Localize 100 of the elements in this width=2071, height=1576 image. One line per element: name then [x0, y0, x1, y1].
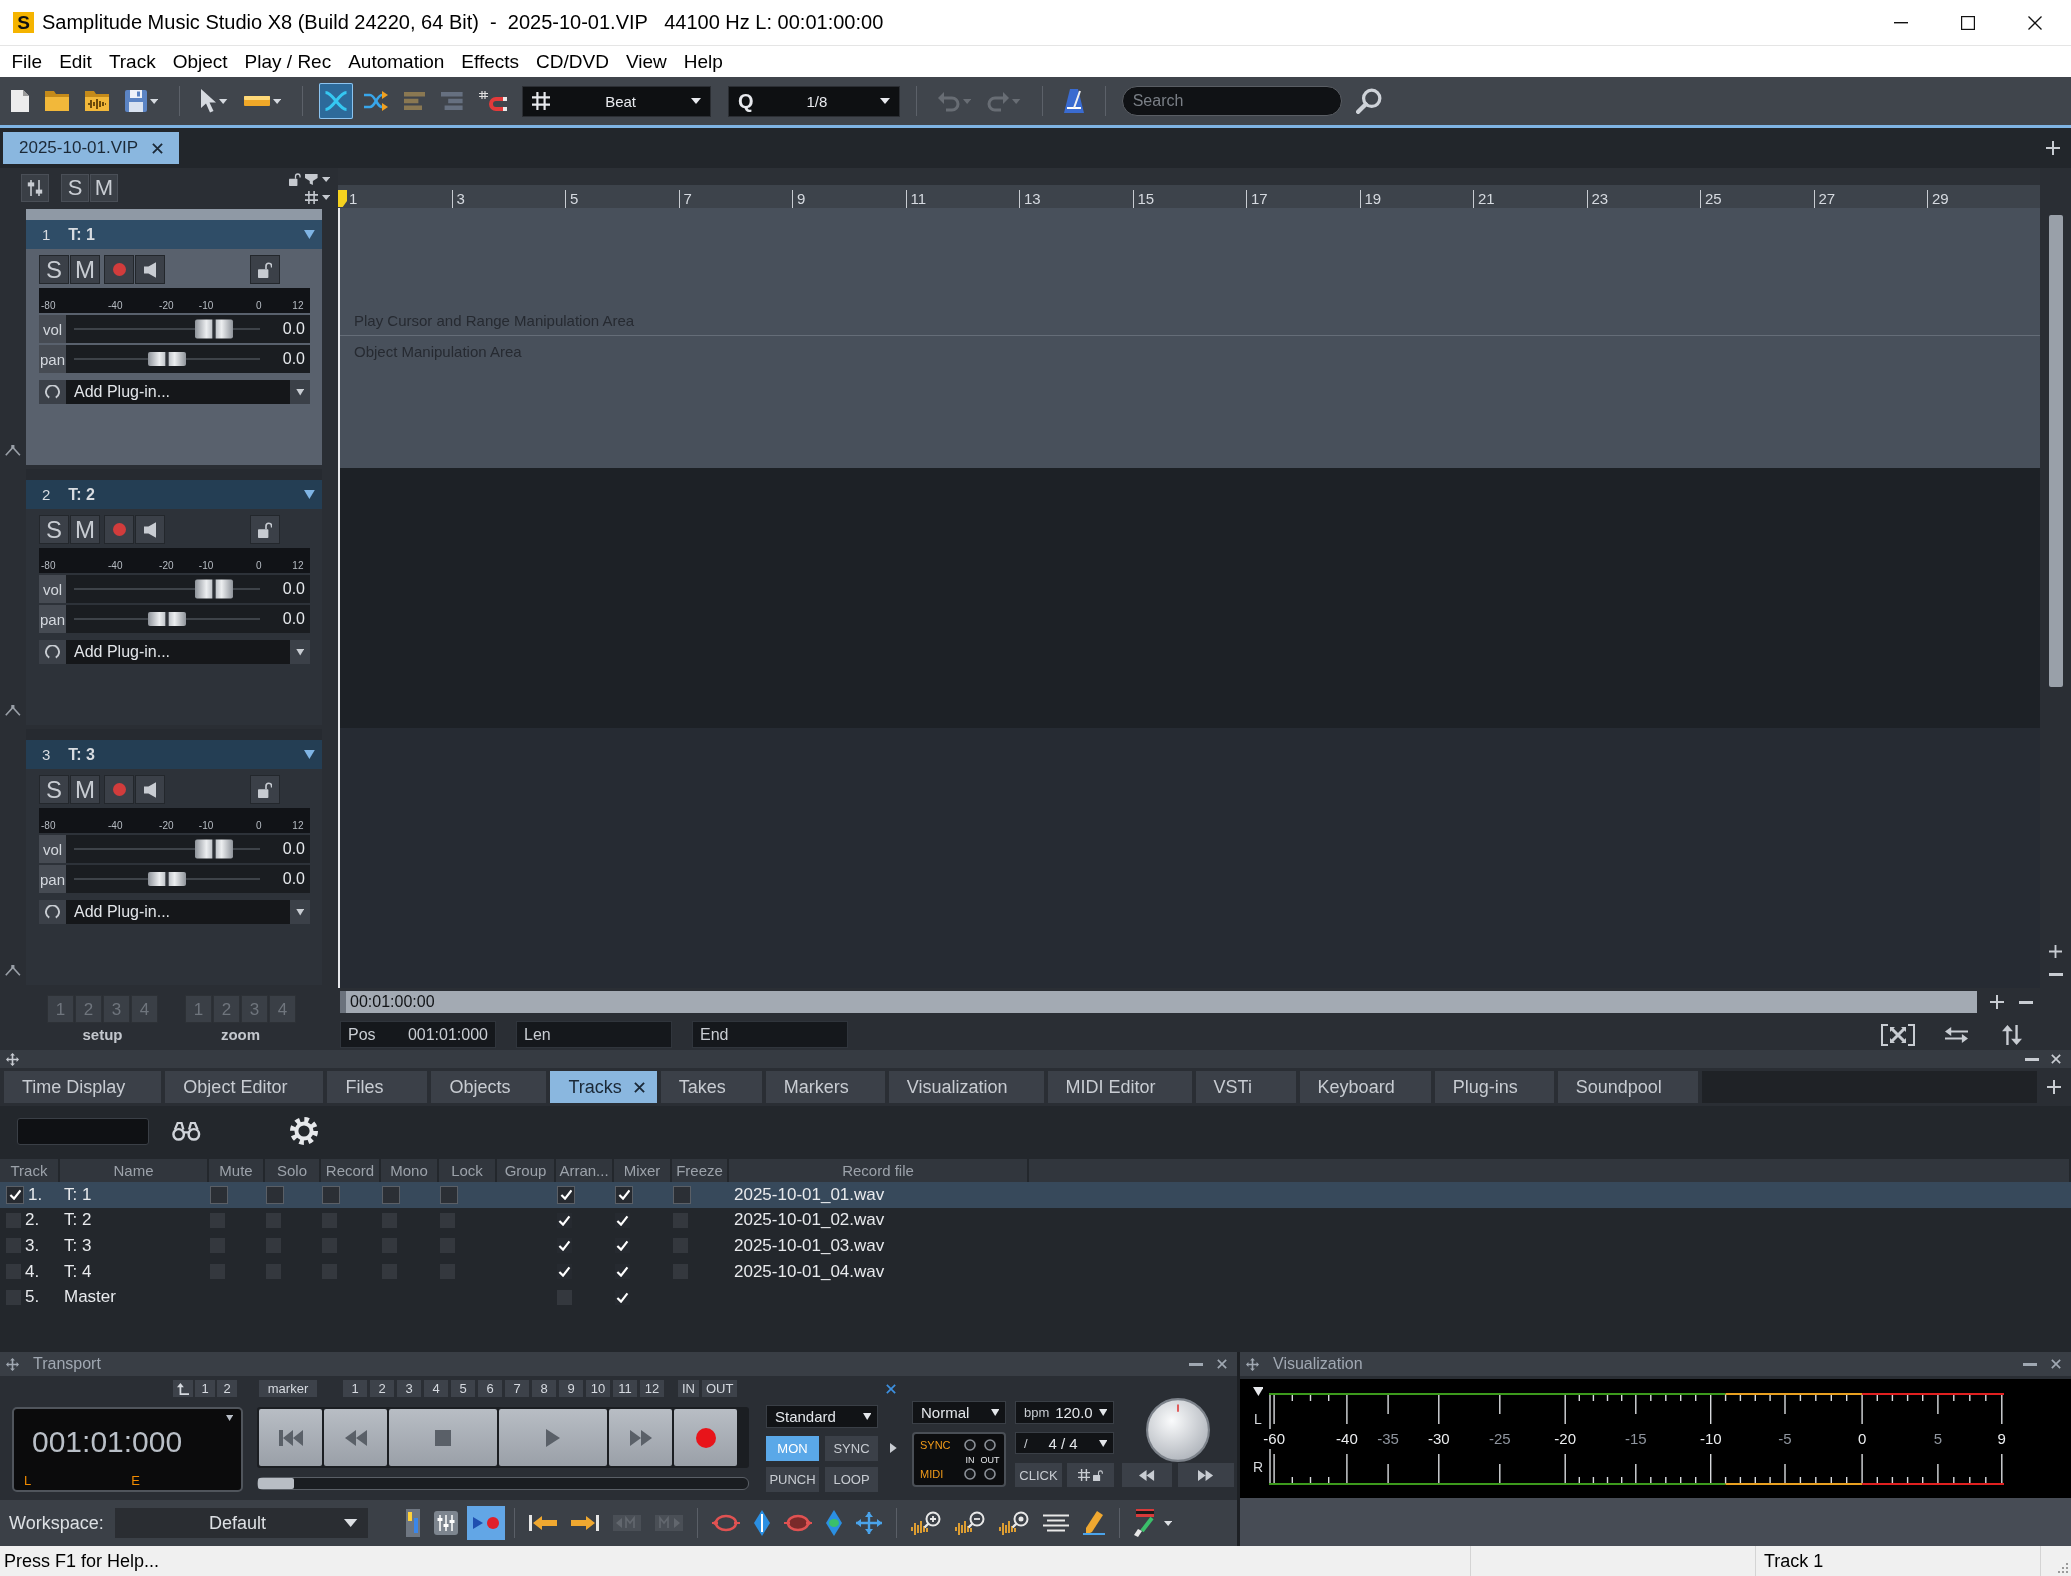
- snap-lock-button[interactable]: [1067, 1463, 1114, 1487]
- checkbox[interactable]: [210, 1185, 228, 1204]
- mode-dropdown[interactable]: Standard: [766, 1405, 878, 1428]
- table-row[interactable]: 3. T: 3 2025-10-01_03.wav: [0, 1233, 2071, 1259]
- menu-item[interactable]: View: [617, 50, 676, 73]
- vertical-arrows-icon[interactable]: [2002, 1024, 2022, 1045]
- marker-number-button[interactable]: 5: [451, 1380, 475, 1397]
- checkbox[interactable]: [557, 1264, 572, 1280]
- column-header[interactable]: Mixer: [614, 1159, 672, 1182]
- panel-tab[interactable]: Visualization: [888, 1071, 1044, 1103]
- panel-tab[interactable]: VSTi: [1195, 1071, 1296, 1103]
- envelope-curve-icon[interactable]: [5, 445, 21, 456]
- track-panel[interactable]: 1 T: 1 S M -80 -40 -20 -10 0 12 vol 0.0 pan 0.0 Add Plug-in...: [26, 209, 322, 465]
- caret-icon[interactable]: [225, 1415, 233, 1421]
- column-header[interactable]: Freeze: [672, 1159, 729, 1182]
- document-tab[interactable]: 2025-10-01.VIP: [3, 132, 180, 164]
- workspace-dropdown[interactable]: Default: [114, 1508, 368, 1538]
- minimize-icon[interactable]: [2025, 1057, 2039, 1061]
- close-icon[interactable]: [152, 142, 164, 154]
- close-icon[interactable]: [2028, 15, 2042, 30]
- search-field[interactable]: Search: [1121, 86, 1342, 116]
- toggle-button[interactable]: LOOP: [825, 1467, 878, 1492]
- slider-thumb[interactable]: [148, 352, 186, 366]
- mixer-button[interactable]: [21, 174, 49, 202]
- minus-icon[interactable]: [2019, 1000, 2033, 1004]
- menu-item[interactable]: Object: [164, 50, 237, 73]
- column-header[interactable]: Mono: [381, 1159, 439, 1182]
- caret-icon[interactable]: [321, 176, 330, 182]
- column-header[interactable]: Group: [497, 1159, 556, 1182]
- mute-all-button[interactable]: M: [90, 174, 118, 202]
- fit-frame-icon[interactable]: [1880, 1023, 1915, 1046]
- column-header[interactable]: Name: [60, 1159, 209, 1182]
- checkbox[interactable]: [615, 1238, 630, 1254]
- solo-button[interactable]: S: [39, 775, 69, 804]
- table-row[interactable]: 5. Master: [0, 1284, 2071, 1310]
- checkbox[interactable]: [382, 1185, 400, 1204]
- fast-forward-button[interactable]: [609, 1409, 672, 1466]
- play-button[interactable]: [499, 1409, 607, 1466]
- solo-button[interactable]: S: [39, 255, 69, 284]
- menu-item[interactable]: CD/DVD: [527, 50, 618, 73]
- marker-number-button[interactable]: 4: [424, 1380, 448, 1397]
- marker-number-button[interactable]: 1: [343, 1380, 367, 1397]
- panel-tab[interactable]: Plug-ins: [1434, 1071, 1554, 1103]
- stop-button[interactable]: [389, 1409, 497, 1466]
- checkbox[interactable]: [615, 1212, 630, 1228]
- mute-button[interactable]: M: [70, 775, 100, 804]
- menu-item[interactable]: File: [3, 50, 51, 73]
- plus-icon[interactable]: [1990, 995, 2004, 1009]
- minimize-icon[interactable]: [1894, 21, 1908, 24]
- resize-grip-icon[interactable]: [2056, 1561, 2068, 1573]
- panel-tab[interactable]: Takes: [660, 1071, 762, 1103]
- checkbox[interactable]: [557, 1212, 572, 1228]
- knob[interactable]: [1146, 1398, 1210, 1462]
- plugin-dropdown[interactable]: Add Plug-in...: [39, 640, 310, 664]
- grid-icon[interactable]: [304, 190, 318, 204]
- maximize-icon[interactable]: [1961, 15, 1975, 30]
- slider-thumb[interactable]: [194, 319, 233, 339]
- marker-number-button[interactable]: 9: [559, 1380, 583, 1397]
- time-signature-dropdown[interactable]: / 4 / 4: [1015, 1432, 1114, 1454]
- panel-tab[interactable]: Objects: [431, 1071, 547, 1103]
- marker-number-button[interactable]: 6: [478, 1380, 502, 1397]
- caret-icon[interactable]: [304, 750, 315, 759]
- plugin-dropdown[interactable]: Add Plug-in...: [39, 380, 310, 404]
- menu-item[interactable]: Automation: [339, 50, 453, 73]
- close-icon[interactable]: [633, 1081, 645, 1093]
- monitor-button[interactable]: [135, 775, 165, 804]
- column-header[interactable]: Lock: [439, 1159, 497, 1182]
- marker-number-button[interactable]: 12: [640, 1380, 664, 1397]
- plus-icon[interactable]: [2047, 1080, 2061, 1094]
- checkbox[interactable]: [6, 1185, 24, 1204]
- slider-thumb[interactable]: [148, 872, 186, 886]
- menu-item[interactable]: Help: [675, 50, 732, 73]
- time-display[interactable]: 001:01:000 L E: [12, 1407, 243, 1492]
- track-lane[interactable]: [338, 468, 2040, 728]
- triangle-down-icon[interactable]: [1252, 1387, 1264, 1396]
- lock-button[interactable]: [250, 255, 280, 284]
- slider-thumb[interactable]: [148, 612, 186, 626]
- mute-button[interactable]: M: [70, 255, 100, 284]
- column-header[interactable]: Track: [0, 1159, 60, 1182]
- go-to-start-button[interactable]: [259, 1409, 322, 1466]
- mute-button[interactable]: M: [70, 515, 100, 544]
- return-button[interactable]: [173, 1380, 193, 1397]
- column-header[interactable]: Record: [321, 1159, 381, 1182]
- checkbox[interactable]: [266, 1185, 284, 1204]
- menu-item[interactable]: Track: [100, 50, 165, 73]
- triangle-icon[interactable]: [890, 1443, 897, 1453]
- caret-icon[interactable]: [321, 194, 330, 200]
- quantize-dropdown[interactable]: Q 1/8: [728, 85, 901, 117]
- time-field[interactable]: End: [692, 1021, 848, 1048]
- marker-number-button[interactable]: 11: [613, 1380, 637, 1397]
- solo-button[interactable]: S: [39, 515, 69, 544]
- time-field[interactable]: Len: [516, 1021, 672, 1048]
- locate-button[interactable]: 2: [217, 1380, 237, 1397]
- toggle-button[interactable]: SYNC: [825, 1436, 878, 1461]
- range-button[interactable]: IN: [678, 1380, 699, 1397]
- snap-dropdown[interactable]: Beat: [522, 85, 712, 117]
- locate-button[interactable]: 1: [195, 1380, 215, 1397]
- tempo-dropdown[interactable]: bpm 120.0: [1015, 1401, 1114, 1424]
- lock-button[interactable]: [250, 775, 280, 804]
- panel-tab[interactable]: Tracks: [550, 1071, 657, 1103]
